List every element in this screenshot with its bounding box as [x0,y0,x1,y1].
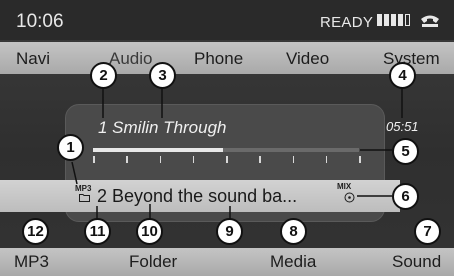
callout-9: 9 [216,218,243,245]
callout-8: 8 [280,218,307,245]
status-bar: 10:06 READY [0,0,454,40]
phone-handset-icon [421,15,439,27]
folder-icon [79,194,90,202]
bottom-menu: MP3 Folder Media Sound [0,248,454,276]
audio-screen: 10:06 READY Navi Audio Phone Video Syste… [0,0,454,276]
callout-6: 6 [392,183,419,210]
progress-tick [359,156,361,163]
menu-item-folder[interactable]: Folder [129,252,177,272]
callout-12: 12 [22,218,49,245]
signal-bar [377,14,382,26]
progress-tick [325,156,328,163]
menu-item-video[interactable]: Video [286,49,329,69]
progress-bar [93,148,359,152]
callout-11: 11 [84,218,111,245]
progress-tick [259,156,261,163]
callout-5: 5 [392,138,419,165]
selected-track-name[interactable]: 2 Beyond the sound ba... [97,186,297,207]
mix-label: MIX [337,182,352,191]
signal-bar [384,14,389,26]
callout-3: 3 [149,62,176,89]
menu-item-sound[interactable]: Sound [392,252,441,272]
progress-tick [159,156,161,163]
shuffle-disc-icon [344,192,355,203]
menu-item-audio[interactable]: Audio [109,49,152,69]
clock: 10:06 [16,11,64,32]
menu-item-mp3[interactable]: MP3 [14,252,49,272]
menu-item-phone[interactable]: Phone [194,49,243,69]
progress-tick [192,156,195,163]
callout-2: 2 [90,62,117,89]
callout-7: 7 [414,218,441,245]
signal-bar [391,14,396,26]
progress-tick [126,156,128,163]
callout-4: 4 [389,62,416,89]
ready-indicator: READY [320,14,374,31]
signal-bar [405,14,410,26]
progress-tick [226,156,228,163]
signal-bar [398,14,403,26]
track-title: 1 Smilin Through [98,118,227,137]
menu-item-navi[interactable]: Navi [16,49,50,69]
main-menu: Navi Audio Phone Video System [0,42,454,74]
progress-tick [292,156,294,163]
progress-ticks [93,156,361,164]
format-label: MP3 [75,184,92,193]
progress-fill [93,148,224,152]
callout-10: 10 [136,218,163,245]
callout-1: 1 [57,134,84,161]
signal-strength-icon [377,14,410,26]
menu-item-media[interactable]: Media [270,252,316,272]
progress-tick [93,156,95,163]
elapsed-time: 05:51 [386,119,419,134]
